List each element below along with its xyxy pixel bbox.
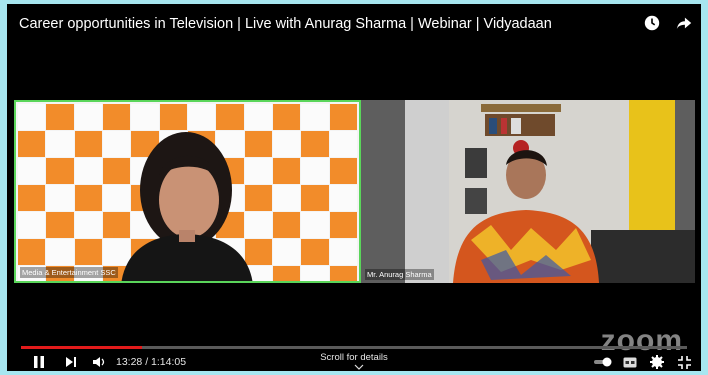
video-title[interactable]: Career opportunities in Television | Liv…: [19, 16, 552, 32]
next-button[interactable]: [65, 353, 77, 371]
backdrop-logo-tile: [273, 185, 301, 211]
backdrop-logo-tile: [301, 239, 329, 265]
settings-button[interactable]: [650, 353, 664, 371]
volume-button[interactable]: [92, 353, 106, 371]
backdrop-logo-tile: [273, 104, 301, 130]
backdrop-logo-tile: [74, 185, 102, 211]
backdrop-logo-tile: [301, 266, 329, 281]
backdrop-logo-tile: [329, 212, 357, 238]
backdrop-logo-tile: [46, 212, 74, 238]
top-icons: [643, 14, 693, 32]
backdrop-logo-tile: [74, 104, 102, 130]
participant-tile-guest: Mr. Anurag Sharma: [361, 100, 695, 283]
autoplay-toggle[interactable]: [593, 353, 613, 371]
backdrop-logo-tile: [329, 266, 357, 281]
backdrop-logo-tile: [273, 212, 301, 238]
backdrop-logo-tile: [301, 131, 329, 157]
backdrop-logo-tile: [18, 131, 46, 157]
progress-bar[interactable]: [21, 346, 687, 349]
backdrop-logo-tile: [273, 239, 301, 265]
backdrop-logo-tile: [329, 104, 357, 130]
backdrop-logo-tile: [131, 104, 159, 130]
backdrop-logo-tile: [103, 104, 131, 130]
autoplay-toggle-icon: [594, 357, 612, 367]
player-controls: 13:28 / 1:14:05: [7, 353, 701, 371]
pause-icon: [34, 356, 44, 368]
backdrop-logo-tile: [46, 158, 74, 184]
backdrop-logo-tile: [18, 185, 46, 211]
backdrop-logo-tile: [188, 104, 216, 130]
backdrop-logo-tile: [46, 239, 74, 265]
backdrop-logo-tile: [329, 185, 357, 211]
backdrop-logo-tile: [329, 131, 357, 157]
backdrop-logo-tile: [329, 158, 357, 184]
video-player[interactable]: Career opportunities in Television | Liv…: [7, 4, 701, 371]
backdrop-logo-tile: [301, 185, 329, 211]
guest-room-scene: [361, 100, 695, 283]
participant-name-host: Media & Entertainment SSC: [20, 267, 118, 278]
backdrop-logo-tile: [273, 131, 301, 157]
backdrop-logo-tile: [329, 239, 357, 265]
backdrop-logo-tile: [216, 104, 244, 130]
participant-name-guest: Mr. Anurag Sharma: [365, 269, 434, 280]
backdrop-logo-tile: [301, 158, 329, 184]
backdrop-logo-tile: [18, 158, 46, 184]
time-display: 13:28 / 1:14:05: [116, 356, 187, 368]
backdrop-logo-tile: [18, 104, 46, 130]
backdrop-logo-tile: [18, 212, 46, 238]
backdrop-logo-tile: [273, 266, 301, 281]
volume-icon: [93, 357, 105, 367]
share-icon[interactable]: [675, 14, 693, 32]
progress-played: [21, 346, 143, 349]
captions-icon: [623, 357, 637, 367]
fullscreen-exit-icon: [678, 355, 691, 369]
captions-button[interactable]: [623, 353, 637, 371]
pause-button[interactable]: [33, 353, 45, 371]
backdrop-logo-tile: [74, 158, 102, 184]
speaker-figure: [121, 132, 253, 281]
backdrop-logo-tile: [74, 239, 102, 265]
clock-icon[interactable]: [643, 14, 661, 32]
fullscreen-exit-button[interactable]: [678, 353, 691, 371]
backdrop-logo-tile: [244, 104, 272, 130]
backdrop-logo-tile: [18, 239, 46, 265]
backdrop-logo-tile: [159, 104, 187, 130]
backdrop-logo-tile: [301, 104, 329, 130]
participant-tile-host: Media & Entertainment SSC: [14, 100, 361, 283]
backdrop-logo-tile: [74, 131, 102, 157]
backdrop-logo-tile: [301, 212, 329, 238]
backdrop-logo-tile: [74, 212, 102, 238]
backdrop-logo-tile: [46, 131, 74, 157]
time-display-wrap: 13:28 / 1:14:05: [116, 353, 186, 371]
gear-icon: [650, 355, 664, 369]
next-icon: [66, 357, 76, 367]
backdrop-logo-tile: [46, 104, 74, 130]
backdrop-logo-tile: [46, 185, 74, 211]
backdrop-logo-tile: [273, 158, 301, 184]
title-bar: Career opportunities in Television | Liv…: [7, 4, 701, 44]
